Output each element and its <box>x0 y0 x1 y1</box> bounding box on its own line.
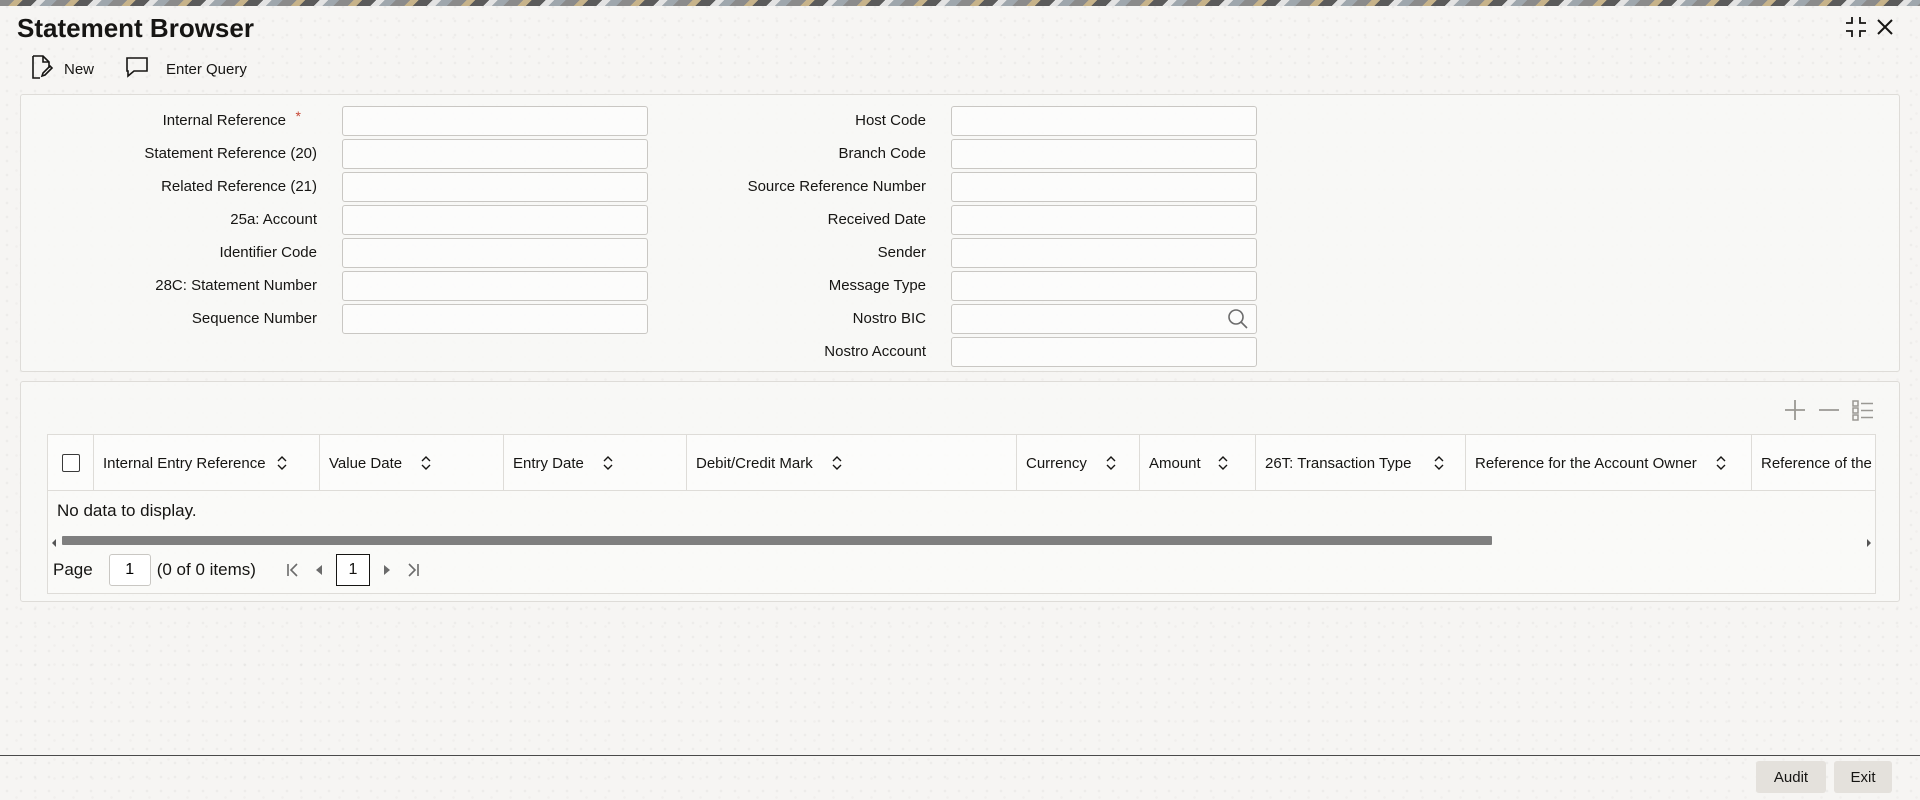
grid-toolbar <box>1783 398 1875 422</box>
branch-code-label: Branch Code <box>838 145 926 162</box>
nostro-account-label: Nostro Account <box>824 343 926 360</box>
sort-icon[interactable] <box>1105 456 1117 470</box>
sort-icon[interactable] <box>1217 456 1229 470</box>
nostro-account-input[interactable] <box>951 337 1257 367</box>
column-header-currency[interactable]: Currency <box>1017 435 1140 491</box>
column-header-label: 26T: Transaction Type <box>1265 454 1412 472</box>
last-page-icon[interactable] <box>400 557 426 583</box>
sort-icon[interactable] <box>420 456 432 470</box>
pagination: Page (0 of 0 items) 1 <box>53 553 426 587</box>
select-all-header <box>48 435 94 491</box>
enter-query-button[interactable]: Enter Query <box>124 54 247 84</box>
column-header-reference-of-the[interactable]: Reference of the <box>1752 435 1875 491</box>
footer-divider <box>0 755 1920 756</box>
statement-entries-table: Internal Entry Reference Value Date Entr… <box>47 434 1876 594</box>
statement-number-28c-label: 28C: Statement Number <box>155 277 317 294</box>
page-label: Page <box>53 560 93 579</box>
source-reference-number-input[interactable] <box>951 172 1257 202</box>
sort-icon[interactable] <box>831 456 843 470</box>
sequence-number-label: Sequence Number <box>191 310 317 327</box>
first-page-icon[interactable] <box>280 557 306 583</box>
column-header-value-date[interactable]: Value Date <box>320 435 504 491</box>
internal-reference-label-text: Internal Reference <box>162 112 286 129</box>
column-header-entry-date[interactable]: Entry Date <box>504 435 687 491</box>
sender-label: Sender <box>877 244 926 261</box>
column-header-label: Debit/Credit Mark <box>696 454 813 472</box>
column-header-label: Internal Entry Reference <box>103 454 266 472</box>
required-indicator: * <box>295 108 301 124</box>
search-icon[interactable] <box>1225 306 1251 332</box>
new-document-icon <box>28 54 54 84</box>
speech-bubble-icon <box>124 54 150 84</box>
sort-icon[interactable] <box>1715 456 1727 470</box>
horizontal-scrollbar[interactable] <box>48 533 1875 547</box>
column-header-debit-credit-mark[interactable]: Debit/Credit Mark <box>687 435 1017 491</box>
table-header-row: Internal Entry Reference Value Date Entr… <box>48 435 1875 491</box>
column-header-amount[interactable]: Amount <box>1140 435 1256 491</box>
column-header-internal-entry-reference[interactable]: Internal Entry Reference <box>94 435 320 491</box>
current-page-button[interactable]: 1 <box>335 554 370 586</box>
sort-icon[interactable] <box>1433 456 1445 470</box>
close-icon[interactable] <box>1872 14 1898 40</box>
column-header-label: Currency <box>1026 454 1087 472</box>
column-header-label: Entry Date <box>513 454 584 472</box>
page-title: Statement Browser <box>17 13 254 43</box>
message-type-label: Message Type <box>828 277 926 294</box>
received-date-label: Received Date <box>827 211 926 228</box>
message-type-input[interactable] <box>951 271 1257 301</box>
account-25a-input[interactable] <box>342 205 648 235</box>
new-button[interactable]: New <box>28 54 94 84</box>
column-header-label: Reference for the Account Owner <box>1475 454 1697 472</box>
column-header-label: Reference of the <box>1761 454 1872 472</box>
column-header-transaction-type-26t[interactable]: 26T: Transaction Type <box>1256 435 1466 491</box>
page-number-input[interactable] <box>108 554 151 586</box>
remove-row-icon[interactable] <box>1817 398 1841 422</box>
internal-reference-input[interactable] <box>342 106 648 136</box>
host-code-label: Host Code <box>855 112 926 129</box>
column-header-label: Amount <box>1149 454 1201 472</box>
maximize-icon[interactable] <box>1843 14 1869 40</box>
related-reference-label: Related Reference (21) <box>161 178 317 195</box>
statement-number-28c-input[interactable] <box>342 271 648 301</box>
identifier-code-input[interactable] <box>342 238 648 268</box>
query-form-panel: Internal Reference * Statement Reference… <box>20 94 1900 372</box>
nostro-bic-label: Nostro BIC <box>852 310 926 327</box>
header-decoration-strip <box>0 0 1920 6</box>
next-page-icon[interactable] <box>374 557 400 583</box>
column-header-label: Value Date <box>329 454 403 472</box>
received-date-input[interactable] <box>951 205 1257 235</box>
source-reference-number-label: Source Reference Number <box>747 178 926 195</box>
list-settings-icon[interactable] <box>1851 398 1875 422</box>
item-count: (0 of 0 items) <box>156 560 256 579</box>
audit-button[interactable]: Audit <box>1756 761 1826 793</box>
host-code-input[interactable] <box>951 106 1257 136</box>
account-25a-label: 25a: Account <box>230 211 317 228</box>
empty-table-message: No data to display. <box>57 501 197 520</box>
sequence-number-input[interactable] <box>342 304 648 334</box>
sort-icon[interactable] <box>276 456 288 470</box>
nostro-bic-input[interactable] <box>951 304 1257 334</box>
internal-reference-label: Internal Reference * <box>1 108 301 131</box>
exit-button[interactable]: Exit <box>1834 761 1892 793</box>
scrollbar-thumb[interactable] <box>62 536 1492 545</box>
identifier-code-label: Identifier Code <box>219 244 317 261</box>
sort-icon[interactable] <box>602 456 614 470</box>
add-row-icon[interactable] <box>1783 398 1807 422</box>
related-reference-input[interactable] <box>342 172 648 202</box>
new-button-label: New <box>64 60 95 78</box>
scroll-right-icon[interactable] <box>1866 535 1874 547</box>
branch-code-input[interactable] <box>951 139 1257 169</box>
statement-reference-label: Statement Reference (20) <box>144 145 317 162</box>
enter-query-button-label: Enter Query <box>166 60 247 78</box>
sender-input[interactable] <box>951 238 1257 268</box>
results-grid-panel: Internal Entry Reference Value Date Entr… <box>20 381 1900 602</box>
column-header-reference-account-owner[interactable]: Reference for the Account Owner <box>1466 435 1752 491</box>
statement-reference-input[interactable] <box>342 139 648 169</box>
select-all-checkbox[interactable] <box>61 454 80 472</box>
scroll-left-icon[interactable] <box>51 535 59 547</box>
previous-page-icon[interactable] <box>306 557 332 583</box>
